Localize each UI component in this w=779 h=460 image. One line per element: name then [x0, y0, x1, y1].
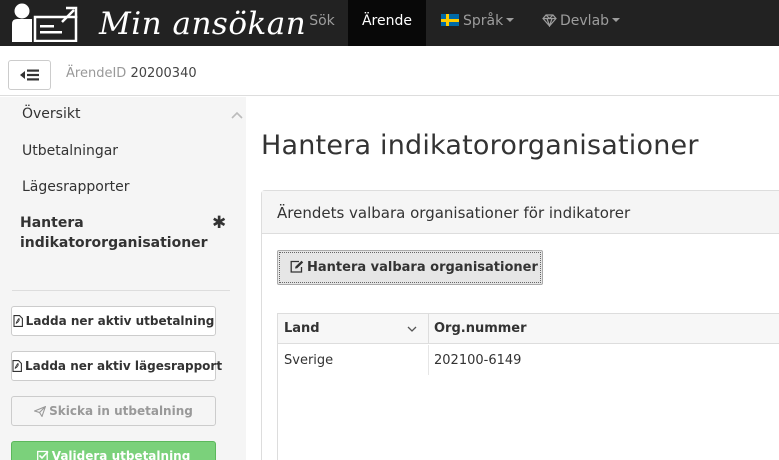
cell-orgnummer: 202100-6149 [434, 353, 522, 368]
column-divider [428, 314, 429, 344]
sidebar-item-utbetalningar[interactable]: Utbetalningar [22, 143, 118, 159]
sidebar-item-label-line2: indikatororganisationer [20, 235, 208, 251]
main-content: Hantera indikatororganisationer Ärendets… [246, 97, 779, 460]
sidebar-divider [12, 290, 230, 291]
caret-down-icon [612, 18, 621, 22]
file-pdf-icon [13, 315, 23, 327]
case-id-value: 20200340 [130, 66, 197, 81]
edit-icon [290, 260, 304, 273]
active-marker-icon: ✱ [212, 213, 227, 233]
download-active-report-button[interactable]: Ladda ner aktiv lägesrapport [11, 351, 222, 381]
paper-plane-icon [33, 405, 47, 418]
check-square-icon [36, 450, 49, 460]
organisations-table: Land Org.nummer Sverige 202100-6149 [277, 313, 779, 460]
brand-title[interactable]: Min ansökan [99, 6, 306, 42]
sidebar-item-indikatororganisationer[interactable]: Hantera indikatororganisationer [20, 213, 208, 253]
application-logo-icon[interactable] [10, 2, 80, 42]
nav-sok[interactable]: Sök [296, 0, 348, 46]
nav-devlab-dropdown[interactable]: Devlab [542, 0, 621, 46]
file-pdf-icon [12, 360, 22, 372]
panel-heading: Ärendets valbara organisationer för indi… [262, 191, 779, 234]
cell-divider [428, 345, 429, 375]
nav-devlab-label: Devlab [560, 13, 610, 29]
validate-payment-label: Validera utbetalning [51, 449, 191, 460]
submit-payment-label: Skicka in utbetalning [49, 404, 193, 418]
chevron-up-icon[interactable] [231, 111, 243, 119]
download-active-report-label: Ladda ner aktiv lägesrapport [25, 359, 223, 373]
panel-heading-title: Ärendets valbara organisationer för indi… [277, 204, 631, 222]
column-menu-chevron-icon[interactable] [407, 326, 417, 332]
validate-payment-button[interactable]: Validera utbetalning [11, 441, 216, 460]
swedish-flag-icon [441, 14, 459, 26]
table-header: Land Org.nummer [278, 314, 779, 344]
nav-arende-label: Ärende [361, 13, 412, 29]
nav-arende[interactable]: Ärende [348, 0, 426, 46]
column-header-orgnummer[interactable]: Org.nummer [434, 321, 527, 336]
download-active-payment-label: Ladda ner aktiv utbetalning [25, 314, 215, 328]
top-navbar: Min ansökan Sök Ärende Språk Devlab [0, 0, 779, 46]
nav-language-label: Språk [463, 13, 504, 29]
column-header-land[interactable]: Land [284, 321, 320, 336]
download-active-payment-button[interactable]: Ladda ner aktiv utbetalning [11, 306, 216, 336]
sidebar-item-lagesrapporter[interactable]: Lägesrapporter [22, 179, 129, 195]
case-id-caption: ÄrendeID [66, 66, 127, 81]
organisations-panel: Ärendets valbara organisationer för indi… [261, 190, 779, 460]
sidebar-item-oversikt[interactable]: Översikt [22, 106, 80, 122]
diamond-icon [542, 14, 557, 27]
sidebar-item-label-line1: Hantera [20, 215, 84, 231]
outdent-icon [20, 69, 39, 81]
case-id-label: ÄrendeID 20200340 [66, 66, 197, 81]
submit-payment-button[interactable]: Skicka in utbetalning [11, 396, 216, 426]
cell-land: Sverige [284, 353, 334, 368]
nav-sok-label: Sök [309, 13, 335, 29]
caret-down-icon [506, 18, 515, 22]
page-title: Hantera indikatororganisationer [261, 130, 699, 161]
table-row[interactable]: Sverige 202100-6149 [278, 345, 779, 375]
manage-organisations-label: Hantera valbara organisationer [307, 260, 538, 275]
sidebar-toggle-button[interactable] [8, 60, 51, 90]
sidebar: Översikt Utbetalningar Lägesrapporter Ha… [0, 97, 246, 460]
manage-organisations-button[interactable]: Hantera valbara organisationer [277, 250, 543, 285]
nav-language-dropdown[interactable]: Språk [441, 0, 515, 46]
case-header: ÄrendeID 20200340 [0, 46, 779, 96]
